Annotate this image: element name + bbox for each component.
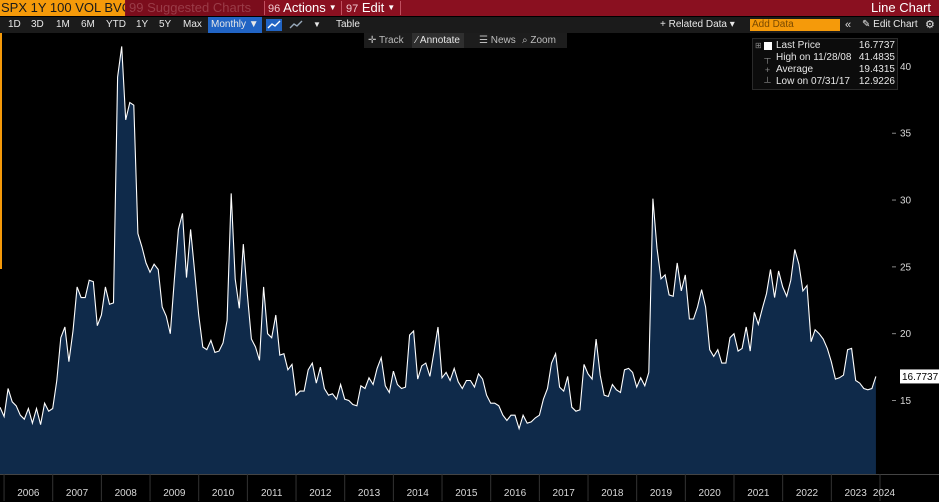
- zoom-label: Zoom: [530, 35, 556, 46]
- legend-average-label: Average: [776, 64, 814, 75]
- annotate-label: Annotate: [419, 35, 460, 46]
- y-tick-label: 40: [900, 62, 912, 73]
- y-tick-label: 35: [900, 129, 912, 140]
- news-label: News: [490, 35, 516, 46]
- x-tick-label: 2015: [455, 488, 478, 499]
- series-swatch: [764, 42, 772, 50]
- news-icon: ☰: [479, 35, 491, 46]
- x-tick-label: 2017: [553, 488, 576, 499]
- x-tick-label: 2022: [796, 488, 819, 499]
- legend-low: ┴ Low on 07/31/17 12.9226: [753, 76, 899, 88]
- x-tick-label: 2021: [747, 488, 770, 499]
- x-tick-label: 2006: [17, 488, 40, 499]
- zoom-tool[interactable]: ⌕ Zoom: [522, 33, 556, 48]
- low-marker-icon: ┴: [764, 77, 771, 87]
- x-tick-label: 2016: [504, 488, 527, 499]
- track-label: Track: [378, 35, 404, 46]
- x-tick-label: 2023: [845, 488, 868, 499]
- x-tick-label: 2007: [66, 488, 89, 499]
- y-tick-label: 15: [900, 396, 912, 407]
- legend-panel[interactable]: ⊞ Last Price 16.7737 ┬ High on 11/28/08 …: [752, 38, 898, 90]
- series-area: [0, 46, 876, 475]
- x-tick-label: 2018: [601, 488, 624, 499]
- track-tool[interactable]: ✛ Track: [368, 33, 404, 48]
- x-tick-label: 2024: [873, 488, 896, 499]
- legend-high-label: High on 11/28/08: [776, 52, 852, 63]
- news-tool[interactable]: ☰ News: [479, 33, 516, 48]
- x-tick-label: 2009: [163, 488, 186, 499]
- panel-edge-accent: [0, 33, 2, 269]
- x-tick-label: 2011: [261, 488, 283, 499]
- y-tick-label: 20: [900, 329, 912, 340]
- legend-low-label: Low on 07/31/17: [776, 76, 850, 87]
- crosshair-icon: ✛: [368, 35, 379, 46]
- legend-last-price-value: 16.7737: [858, 40, 895, 51]
- last-value-label: 16.7737: [902, 372, 939, 383]
- y-tick-label: 25: [900, 262, 912, 273]
- x-tick-label: 2013: [358, 488, 381, 499]
- legend-high: ┬ High on 11/28/08 41.4835: [753, 52, 899, 64]
- y-tick-label: 30: [900, 196, 912, 207]
- chart-tools-bar: ✛ Track ⁄ Annotate ☰ News ⌕ Zoom: [364, 33, 567, 48]
- annotate-tool[interactable]: ⁄ Annotate: [412, 33, 464, 48]
- x-tick-label: 2020: [699, 488, 722, 499]
- x-tick-label: 2008: [115, 488, 138, 499]
- x-tick-label: 2010: [212, 488, 235, 499]
- x-tick-label: 2012: [309, 488, 332, 499]
- average-marker-icon: +: [764, 65, 771, 75]
- high-marker-icon: ┬: [764, 53, 771, 63]
- legend-last-price: Last Price 16.7737: [753, 40, 899, 52]
- legend-last-price-label: Last Price: [776, 40, 821, 51]
- x-tick-label: 2019: [650, 488, 673, 499]
- legend-low-value: 12.9226: [858, 76, 895, 87]
- x-tick-label: 2014: [407, 488, 430, 499]
- legend-average-value: 19.4315: [858, 64, 895, 75]
- legend-high-value: 41.4835: [858, 52, 895, 63]
- legend-average: + Average 19.4315: [753, 64, 899, 76]
